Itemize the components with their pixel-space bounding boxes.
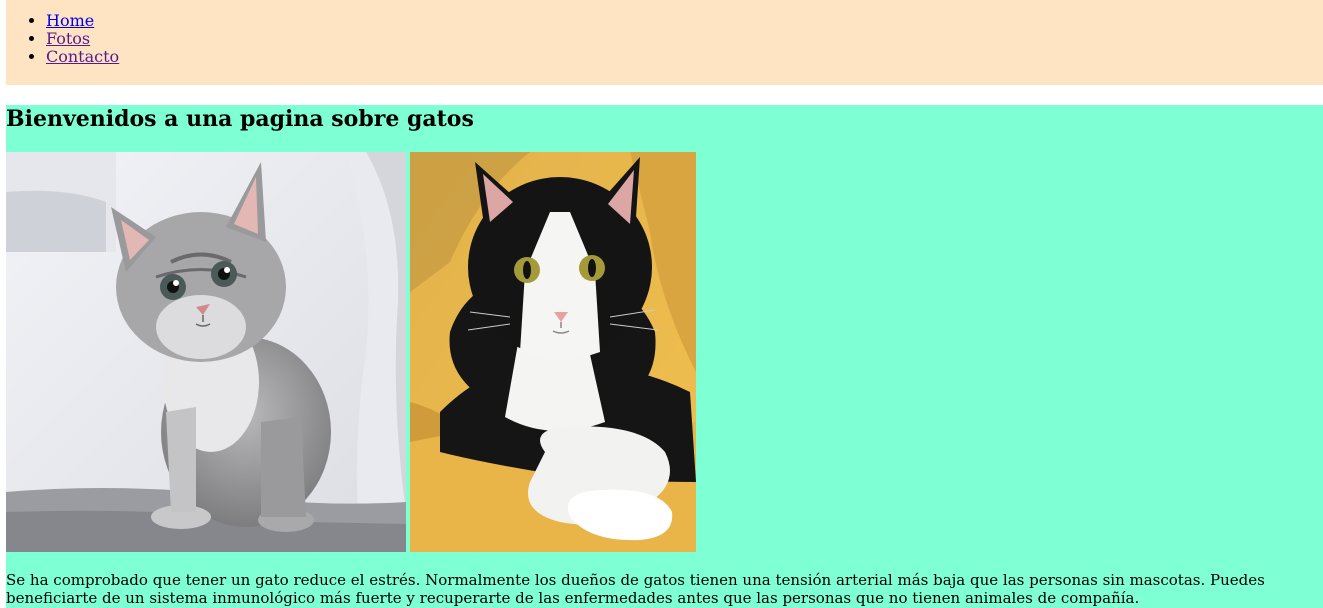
- nav-link-fotos[interactable]: Fotos: [46, 29, 90, 48]
- nav-item-contacto: Contacto: [46, 48, 1323, 66]
- nav-bar: Home Fotos Contacto: [6, 0, 1323, 85]
- nav-list: Home Fotos Contacto: [6, 12, 1323, 66]
- nav-link-contacto[interactable]: Contacto: [46, 47, 119, 66]
- cat-benefits-paragraph: Se ha comprobado que tener un gato reduc…: [6, 571, 1265, 607]
- main-section: Bienvenidos a una pagina sobre gatos Se …: [6, 105, 1323, 608]
- tuxedo-cat-photo: [410, 152, 696, 552]
- nav-item-fotos: Fotos: [46, 30, 1323, 48]
- nav-item-home: Home: [46, 12, 1323, 30]
- page-title: Bienvenidos a una pagina sobre gatos: [6, 106, 474, 132]
- nav-link-home[interactable]: Home: [46, 11, 94, 30]
- kitten-photo: [6, 152, 406, 552]
